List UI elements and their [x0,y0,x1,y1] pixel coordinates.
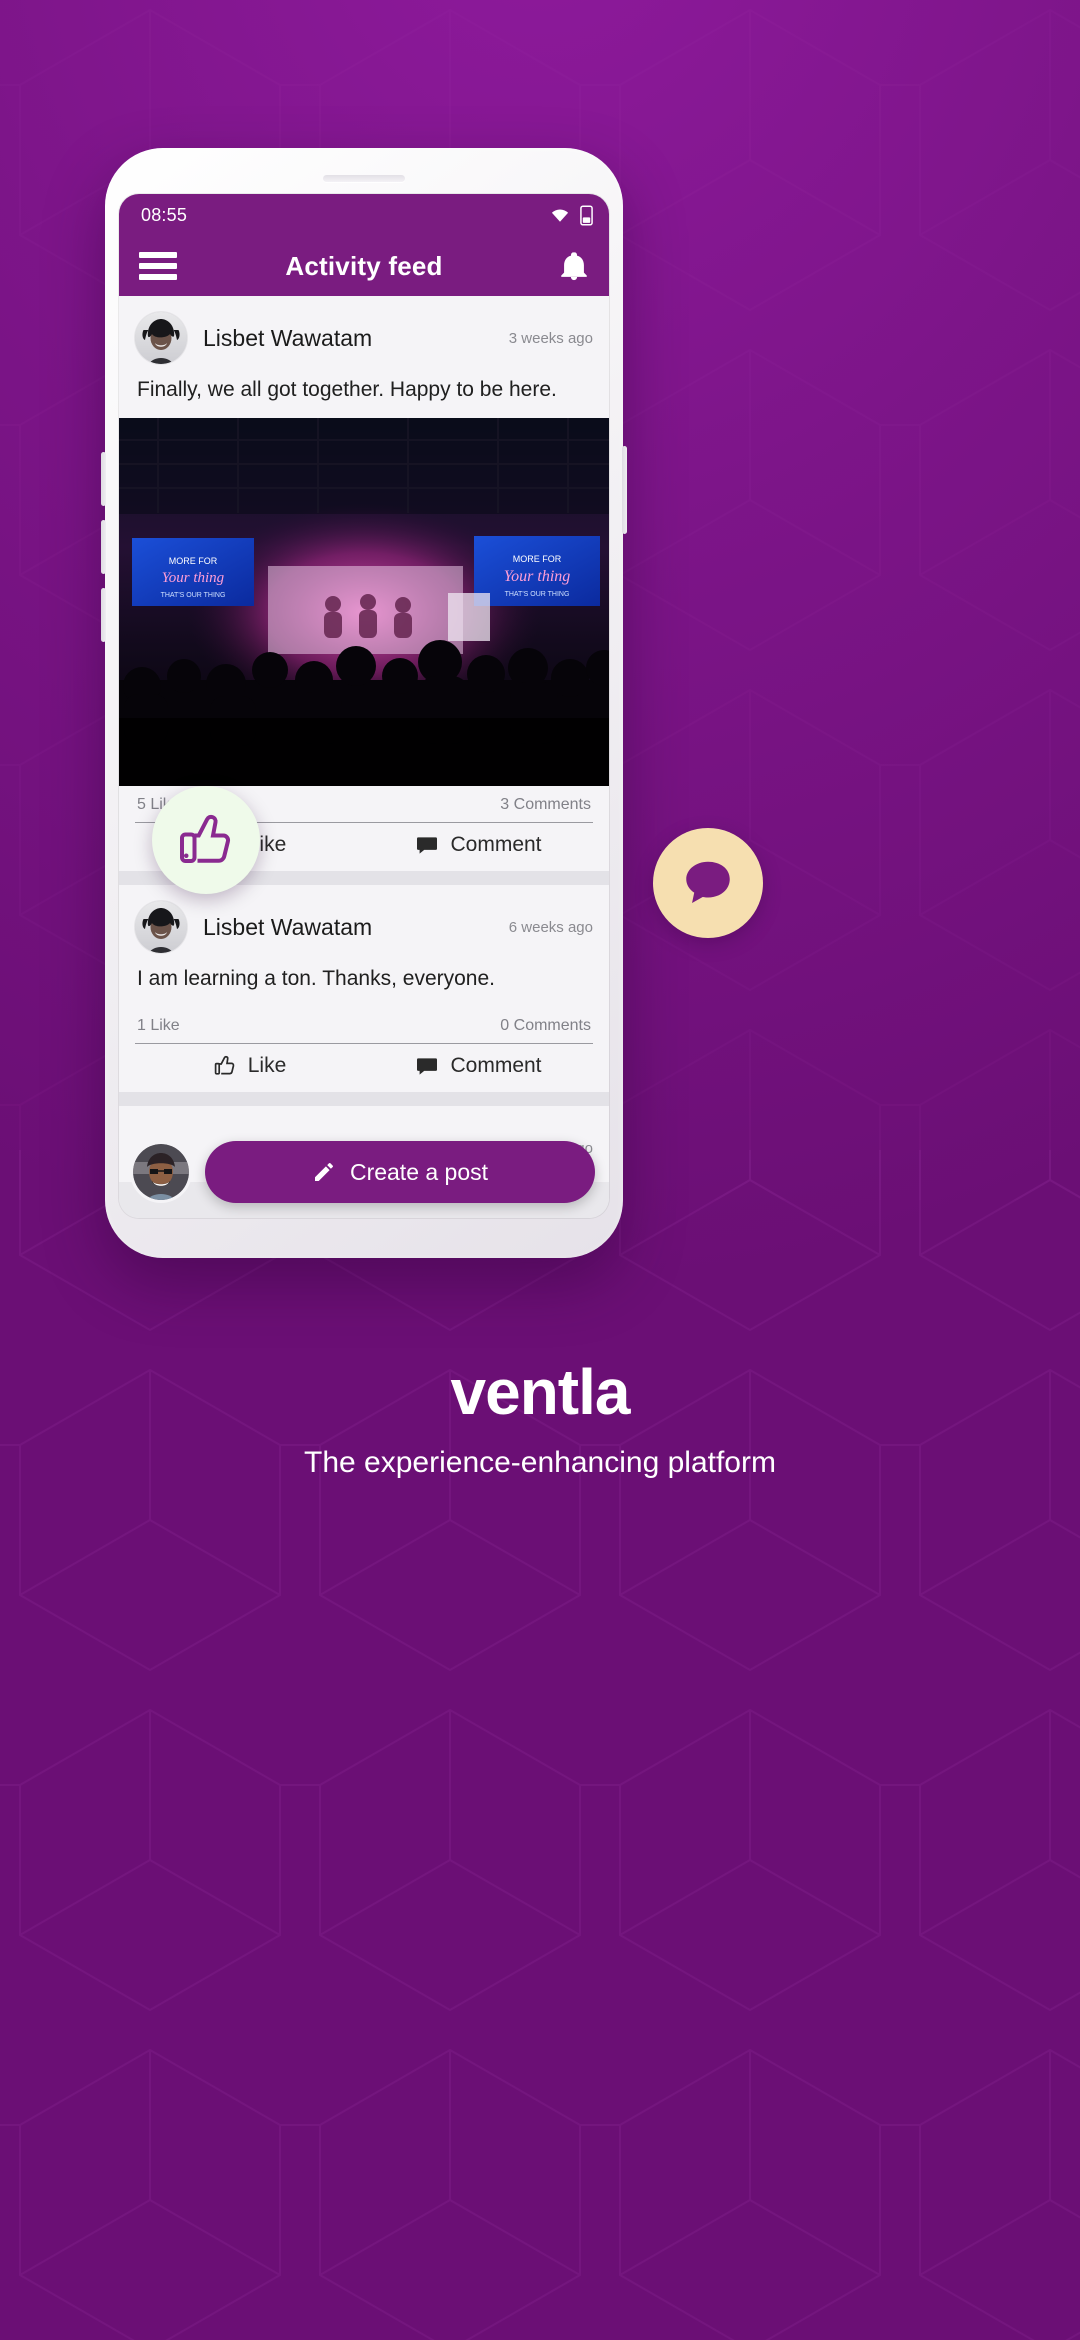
avatar-photo [135,901,187,953]
post-author: Lisbet Wawatam [203,324,373,351]
comments-count: 3 Comments [500,796,591,813]
phone-volume-up-button [101,452,106,506]
phone-mockup: 08:55 Activity feed Lisbet Wawatam 3 wee… [101,148,763,1258]
post-header: Lisbet Wawatam 3 weeks ago [119,296,609,372]
comment-button-label: Comment [450,833,542,856]
post-timestamp: 6 weeks ago [508,918,593,936]
post-image[interactable]: MORE FOR Your thing THAT'S OUR THING MOR… [119,418,609,786]
svg-text:Your thing: Your thing [162,570,225,586]
comment-bubble-icon [686,861,730,904]
create-post-button[interactable]: Create a post [205,1141,595,1203]
brand-tagline: The experience-enhancing platform [304,1446,776,1479]
post-body-text: I am learning a ton. Thanks, everyone. [137,967,495,990]
activity-feed-list[interactable]: Lisbet Wawatam 3 weeks ago Finally, we a… [119,296,609,1218]
svg-text:THAT'S OUR THING: THAT'S OUR THING [161,592,226,599]
svg-text:MORE FOR: MORE FOR [513,554,562,564]
svg-text:THAT'S OUR THING: THAT'S OUR THING [505,591,570,598]
like-button-label: Like [247,1054,287,1077]
post-counts: 1 Like 0 Comments [119,1007,609,1043]
status-bar: 08:55 [119,194,609,236]
post-header: Lisbet Wawatam 6 weeks ago [119,885,609,961]
comment-button[interactable]: Comment [364,833,593,857]
comments-count: 0 Comments [500,1017,591,1034]
comment-button-label: Comment [450,1054,542,1077]
svg-text:MORE FOR: MORE FOR [169,556,218,566]
post-body-text: Finally, we all got together. Happy to b… [137,378,557,401]
app-bar: Activity feed [119,236,609,296]
status-bar-system-icons [549,204,593,226]
thumbs-up-outline-icon [214,1055,235,1075]
avatar[interactable] [135,312,187,364]
page-title: Activity feed [285,250,443,281]
wifi-icon [551,209,569,222]
status-bar-clock: 08:55 [141,204,188,225]
comment-bubble-icon [417,837,438,854]
like-button[interactable]: Like [135,1054,364,1078]
avatar-photo [135,312,187,364]
pencil-icon [314,1163,333,1181]
post-author: Lisbet Wawatam [203,913,373,940]
comment-button[interactable]: Comment [364,1054,593,1078]
comment-bubble-icon [417,1058,438,1075]
post-separator [119,1092,609,1106]
feed-post[interactable]: Lisbet Wawatam 6 weeks ago I am learning… [119,885,609,1092]
floating-comment-badge[interactable] [653,828,763,938]
current-user-avatar[interactable] [133,1144,189,1200]
phone-volume-down-button [101,520,106,574]
ventla-logo: ventla [450,1356,631,1428]
current-user-avatar-photo [133,1144,189,1200]
bell-icon[interactable] [557,249,591,283]
feed-post[interactable]: Lisbet Wawatam 3 weeks ago Finally, we a… [119,296,609,871]
phone-extra-button [101,588,106,642]
avatar[interactable] [135,901,187,953]
post-actions: Like Comment [135,1043,593,1092]
post-timestamp: 3 weeks ago [508,329,593,347]
hamburger-menu-icon[interactable] [139,252,177,280]
battery-icon [580,204,593,226]
create-post-button-label: Create a post [349,1158,489,1185]
likes-count: 1 Like [137,1017,180,1034]
phone-power-button [622,446,627,534]
branding-block: ventla The experience-enhancing platform [0,1360,1080,1480]
svg-text:Your thing: Your thing [504,568,571,585]
floating-like-badge[interactable] [152,786,260,894]
phone-screen: 08:55 Activity feed Lisbet Wawatam 3 wee… [119,194,609,1218]
post-composer-bar: Create a post [119,1126,609,1218]
thumbs-up-icon [180,814,231,864]
phone-earpiece-speaker [323,175,405,182]
